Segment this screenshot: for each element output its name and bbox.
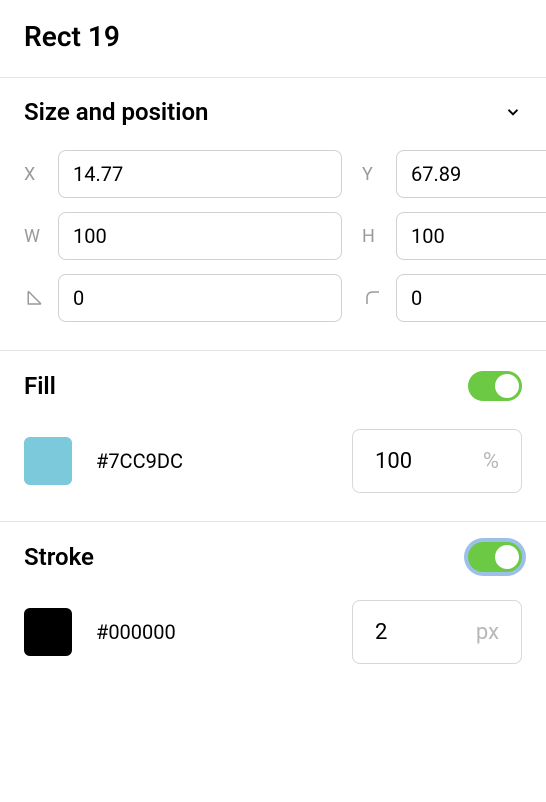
- stroke-color-row: #000000 px: [24, 600, 522, 664]
- fill-opacity-unit: %: [483, 449, 499, 474]
- y-input[interactable]: [396, 150, 546, 198]
- h-field-row: H: [362, 212, 546, 260]
- x-input[interactable]: [58, 150, 342, 198]
- corner-radius-input[interactable]: [396, 274, 546, 322]
- toggle-knob: [495, 545, 519, 569]
- stroke-width-unit: px: [476, 620, 499, 645]
- rotation-icon: [24, 289, 46, 307]
- rotation-field-row: [24, 274, 342, 322]
- fill-toggle[interactable]: [468, 371, 522, 401]
- title-section: Rect 19: [0, 0, 546, 77]
- fill-swatch[interactable]: [24, 437, 72, 485]
- toggle-knob: [495, 374, 519, 398]
- size-position-header[interactable]: Size and position: [24, 98, 522, 126]
- size-position-section: Size and position X Y W H: [0, 78, 546, 350]
- x-field-row: X: [24, 150, 342, 198]
- properties-panel: Rect 19 Size and position X Y W H: [0, 0, 546, 692]
- stroke-header: Stroke: [24, 542, 522, 572]
- stroke-width-field[interactable]: px: [352, 600, 522, 664]
- rotation-input[interactable]: [58, 274, 342, 322]
- fill-opacity-input[interactable]: [375, 449, 475, 474]
- fill-color-value: #7CC9DC: [96, 449, 328, 473]
- corner-radius-field-row: [362, 274, 546, 322]
- fill-color-row: #7CC9DC %: [24, 429, 522, 493]
- stroke-swatch[interactable]: [24, 608, 72, 656]
- stroke-title: Stroke: [24, 543, 94, 571]
- stroke-width-input[interactable]: [375, 620, 468, 645]
- w-input[interactable]: [58, 212, 342, 260]
- stroke-section: Stroke #000000 px: [0, 522, 546, 692]
- y-field-row: Y: [362, 150, 546, 198]
- h-label: H: [362, 226, 384, 247]
- w-field-row: W: [24, 212, 342, 260]
- stroke-toggle[interactable]: [468, 542, 522, 572]
- fill-section: Fill #7CC9DC %: [0, 351, 546, 521]
- h-input[interactable]: [396, 212, 546, 260]
- fill-header: Fill: [24, 371, 522, 401]
- page-title: Rect 19: [24, 20, 522, 53]
- corner-radius-icon: [362, 289, 384, 307]
- chevron-down-icon: [504, 103, 522, 121]
- y-label: Y: [362, 164, 384, 185]
- size-position-fields: X Y W H: [24, 150, 522, 322]
- stroke-color-value: #000000: [96, 620, 328, 644]
- fill-opacity-field[interactable]: %: [352, 429, 522, 493]
- w-label: W: [24, 226, 46, 247]
- fill-title: Fill: [24, 372, 56, 400]
- x-label: X: [24, 164, 46, 185]
- size-position-title: Size and position: [24, 98, 208, 126]
